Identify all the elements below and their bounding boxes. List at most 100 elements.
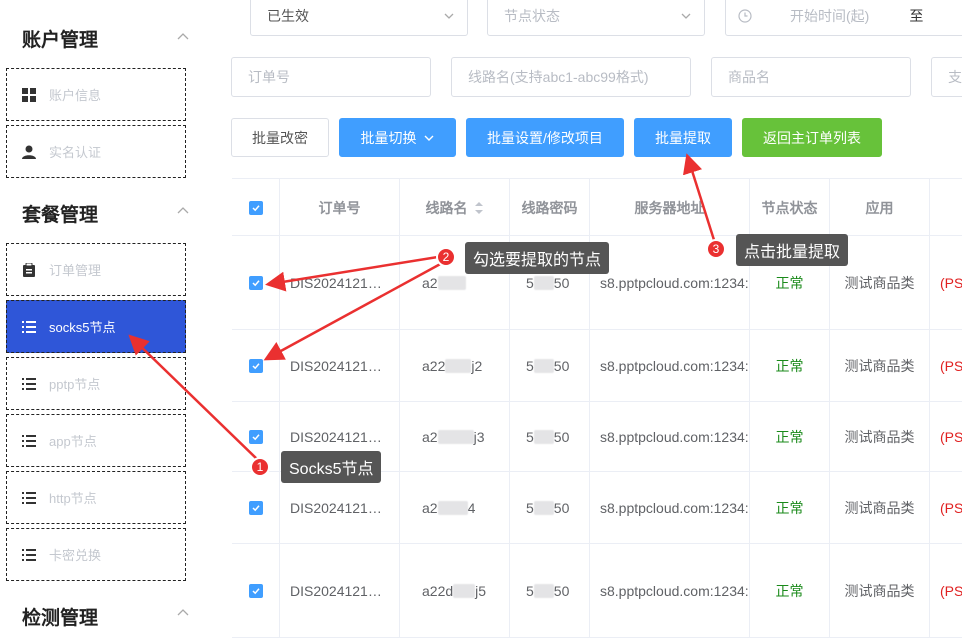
list-icon [21,319,37,335]
sidebar-item-label: 卡密兑换 [49,548,102,563]
redacted-block [533,275,554,290]
sidebar-item-label: pptp节点 [49,377,101,392]
annotation-select-nodes: 勾选要提取的节点 [465,242,610,274]
sidebar-item-pptp[interactable]: pptp节点 [6,357,186,410]
column-header-app[interactable]: 应用 [830,179,930,237]
ps-cell: (PS [940,582,962,599]
list-icon [21,433,37,449]
sidebar-item-http[interactable]: http节点 [6,471,186,524]
list-icon [21,490,37,506]
node-status-select[interactable]: 节点状态 [487,0,705,36]
app-cell: 测试商品类 [830,472,930,543]
line-name-cell: a22 j2 [400,330,510,401]
chevron-up-icon[interactable] [176,204,190,218]
batch-switch-button[interactable]: 批量切换 [339,118,456,157]
annotation-number-1: 1 [250,457,270,477]
date-range-picker[interactable]: 开始时间(起) 至 [725,0,962,36]
password-cell: 5 50 [510,544,590,637]
status-select[interactable]: 已生效 [250,0,468,36]
sidebar-item-label: socks5节点 [49,320,116,335]
chevron-up-icon[interactable] [176,606,190,620]
group-title-detection[interactable]: 检测管理 [22,603,98,630]
table-row[interactable]: DIS2024121… a22 j2 5 50 s8.pptpcloud.com:1… [232,330,962,402]
sidebar-item-verification[interactable]: 实名认证 [6,125,186,178]
row-checkbox-cell [232,472,280,543]
annotation-click-extract: 点击批量提取 [736,234,849,266]
batch-change-password-button[interactable]: 批量改密 [231,118,329,157]
check-icon [251,279,260,286]
chevron-down-icon [681,13,691,19]
row-checkbox[interactable] [248,429,263,444]
status-select-value: 已生效 [267,8,309,24]
column-header-status[interactable]: 节点状态 [750,179,830,237]
column-header-line[interactable]: 线路名 [400,179,510,237]
sidebar-item-orders[interactable]: 订单管理 [6,243,186,296]
sidebar-item-label: 订单管理 [49,263,102,278]
sidebar-item-card-redeem[interactable]: 卡密兑换 [6,528,186,581]
password-prefix: 5 [526,428,534,445]
annotation-socks5: Socks5节点 [281,451,382,483]
node-status-cell: 正常 [750,544,830,637]
button-label: 返回主订单列表 [763,129,861,146]
ps-cell: (PS [940,499,962,516]
sidebar-item-socks5[interactable]: socks5节点 [6,300,186,353]
order-number-placeholder: 订单号 [248,69,290,85]
line-name-suffix: 4 [467,499,476,516]
annotation-number-2: 2 [436,247,456,267]
column-header-password[interactable]: 线路密码 [510,179,590,237]
redacted-block [533,583,554,598]
order-number-input[interactable]: 订单号 [231,57,431,97]
sort-icon[interactable] [474,201,484,215]
password-prefix: 5 [526,357,534,374]
list-icon [21,376,37,392]
sidebar-item-label: 账户信息 [49,88,102,103]
server-address-cell: s8.pptpcloud.com:1234: [590,236,750,329]
order-number-cell: DIS2024121… [280,544,400,637]
extra-filter-input[interactable]: 支 [931,57,962,97]
column-header-order[interactable]: 订单号 [280,179,400,237]
redacted-block [453,583,476,598]
password-suffix: 50 [553,274,570,291]
sidebar-item-label: 实名认证 [49,145,102,160]
table-row[interactable]: DIS2024121… a22d j5 5 50 s8.pptpcloud.com:… [232,544,962,638]
row-checkbox[interactable] [248,358,263,373]
row-checkbox[interactable] [248,583,263,598]
line-name-text: a22d [422,582,454,599]
line-name-input[interactable]: 线路名(支持abc1-abc99格式) [451,57,691,97]
check-icon [251,433,260,440]
back-to-orders-button[interactable]: 返回主订单列表 [742,118,882,157]
ps-cell: (PS [940,357,962,374]
password-suffix: 50 [553,499,570,516]
select-all-checkbox[interactable] [248,201,263,215]
password-suffix: 50 [553,357,570,374]
line-name-text: a2 [422,274,438,291]
product-name-input[interactable]: 商品名 [711,57,911,97]
redacted-block [533,429,554,444]
button-label: 批量改密 [252,129,308,146]
row-checkbox[interactable] [248,275,263,290]
product-name-placeholder: 商品名 [728,69,770,85]
chevron-down-icon [444,13,454,19]
node-status-cell: 正常 [750,330,830,401]
row-checkbox[interactable] [248,500,263,515]
order-number-cell: DIS2024121… [280,330,400,401]
sidebar-item-label: http节点 [49,491,97,506]
line-name-text: a2 [422,499,438,516]
batch-extract-button[interactable]: 批量提取 [634,118,732,157]
group-title-account[interactable]: 账户管理 [22,25,98,52]
clock-icon [738,9,752,23]
sidebar-item-app[interactable]: app节点 [6,414,186,467]
order-number-cell: DIS2024121… [280,236,400,329]
chevron-up-icon[interactable] [176,30,190,44]
column-header-server[interactable]: 服务器地址 [590,179,750,237]
sidebar-item-account-info[interactable]: 账户信息 [6,68,186,121]
batch-settings-button[interactable]: 批量设置/修改项目 [466,118,624,157]
group-title-package[interactable]: 套餐管理 [22,200,98,227]
app-cell: 测试商品类 [830,544,930,637]
server-address-cell: s8.pptpcloud.com:1234: [590,544,750,637]
redacted-block [437,500,468,515]
row-checkbox-cell [232,544,280,637]
line-name-cell: a22d j5 [400,544,510,637]
redacted-block [533,500,554,515]
user-icon [21,144,37,160]
